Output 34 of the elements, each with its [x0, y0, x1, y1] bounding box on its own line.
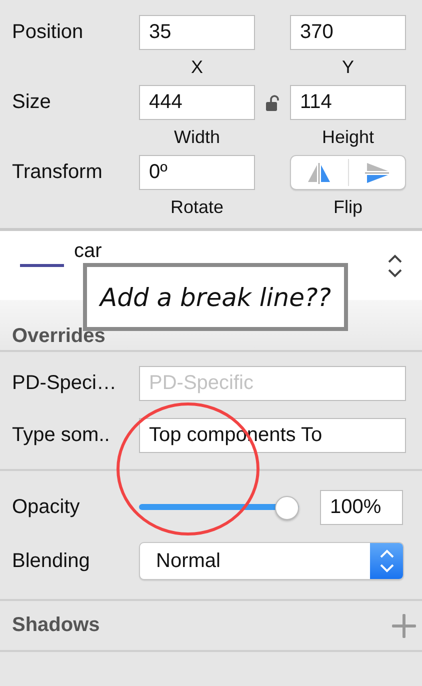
- input-field[interactable]: 35: [139, 15, 255, 50]
- field-label: Size: [11, 90, 52, 115]
- field-caption: Width: [172, 126, 221, 149]
- symbol-name: car: [74, 241, 103, 261]
- field-caption: Rotate: [169, 196, 225, 219]
- field-caption: Y: [340, 56, 355, 79]
- field-label: Type som..: [11, 423, 111, 448]
- line-swatch-icon: [20, 262, 64, 270]
- field-label: Blending: [11, 548, 91, 574]
- field-caption: Flip: [332, 196, 364, 219]
- add-button[interactable]: [392, 614, 416, 638]
- input-field[interactable]: 370: [290, 15, 406, 50]
- field-caption: Height: [320, 126, 376, 149]
- field-label: PD-Speci…: [11, 371, 118, 396]
- opacity-slider[interactable]: [139, 496, 299, 520]
- mirror-triangles-vertical-icon: [364, 162, 390, 184]
- callout-text: Add a break line??: [100, 282, 331, 312]
- flip-segmented-control[interactable]: [290, 155, 406, 190]
- input-field[interactable]: 444: [139, 85, 255, 120]
- plus-icon: [392, 614, 416, 638]
- input-field[interactable]: 100%: [320, 490, 403, 525]
- input-field[interactable]: PD-Specific: [139, 366, 406, 401]
- field-label: Transform: [11, 160, 104, 185]
- blending-dropdown[interactable]: Normal: [139, 542, 404, 580]
- up-down-chevron-icon: [378, 548, 394, 574]
- mirror-triangles-icon: [306, 162, 332, 184]
- section-title: Overrides: [12, 325, 106, 348]
- input-field[interactable]: 114: [290, 85, 406, 120]
- section-title: Shadows: [12, 614, 100, 637]
- up-down-chevron-icon: [387, 254, 403, 278]
- field-caption: X: [190, 56, 204, 79]
- field-label: Opacity: [11, 495, 81, 520]
- input-field[interactable]: 0º: [139, 155, 255, 190]
- field-label: Position: [11, 20, 84, 45]
